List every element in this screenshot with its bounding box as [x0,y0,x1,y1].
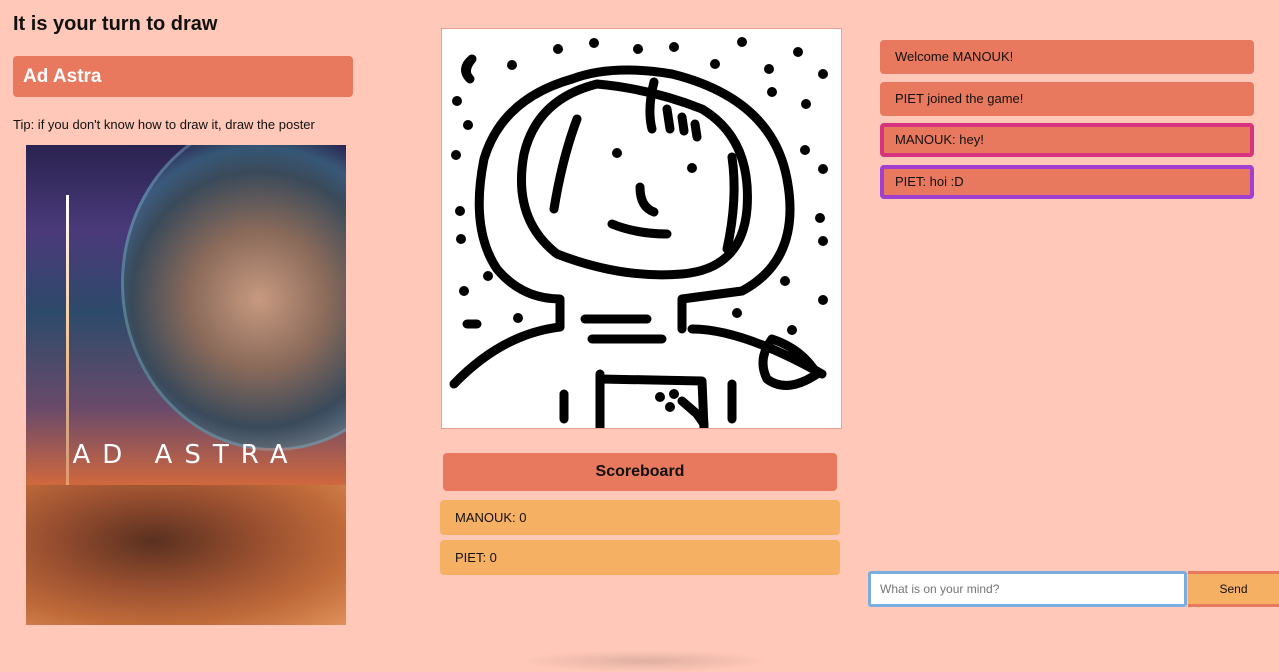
poster-ground [26,485,346,625]
movie-poster: AD ASTRA [26,145,346,625]
turn-heading: It is your turn to draw [13,13,218,35]
scoreboard-title: Scoreboard [443,453,837,491]
chat-message: Welcome MANOUK! [880,40,1254,74]
bottom-shadow [520,650,770,672]
score-row-manouk: MANOUK: 0 [440,500,840,535]
score-row-piet: PIET: 0 [440,540,840,575]
send-button[interactable]: Send [1188,571,1279,607]
chat-message: PIET: hoi :D [880,165,1254,199]
chat-input[interactable] [868,571,1187,607]
drawing-strokes [449,37,828,433]
drawing-canvas[interactable] [441,28,842,433]
poster-helmet [121,145,346,451]
poster-title-text: AD ASTRA [72,440,300,470]
chat-message: MANOUK: hey! [880,123,1254,157]
drawing-tip: Tip: if you don't know how to draw it, d… [13,117,315,132]
chat-message: PIET joined the game! [880,82,1254,116]
word-to-draw: Ad Astra [13,56,353,97]
